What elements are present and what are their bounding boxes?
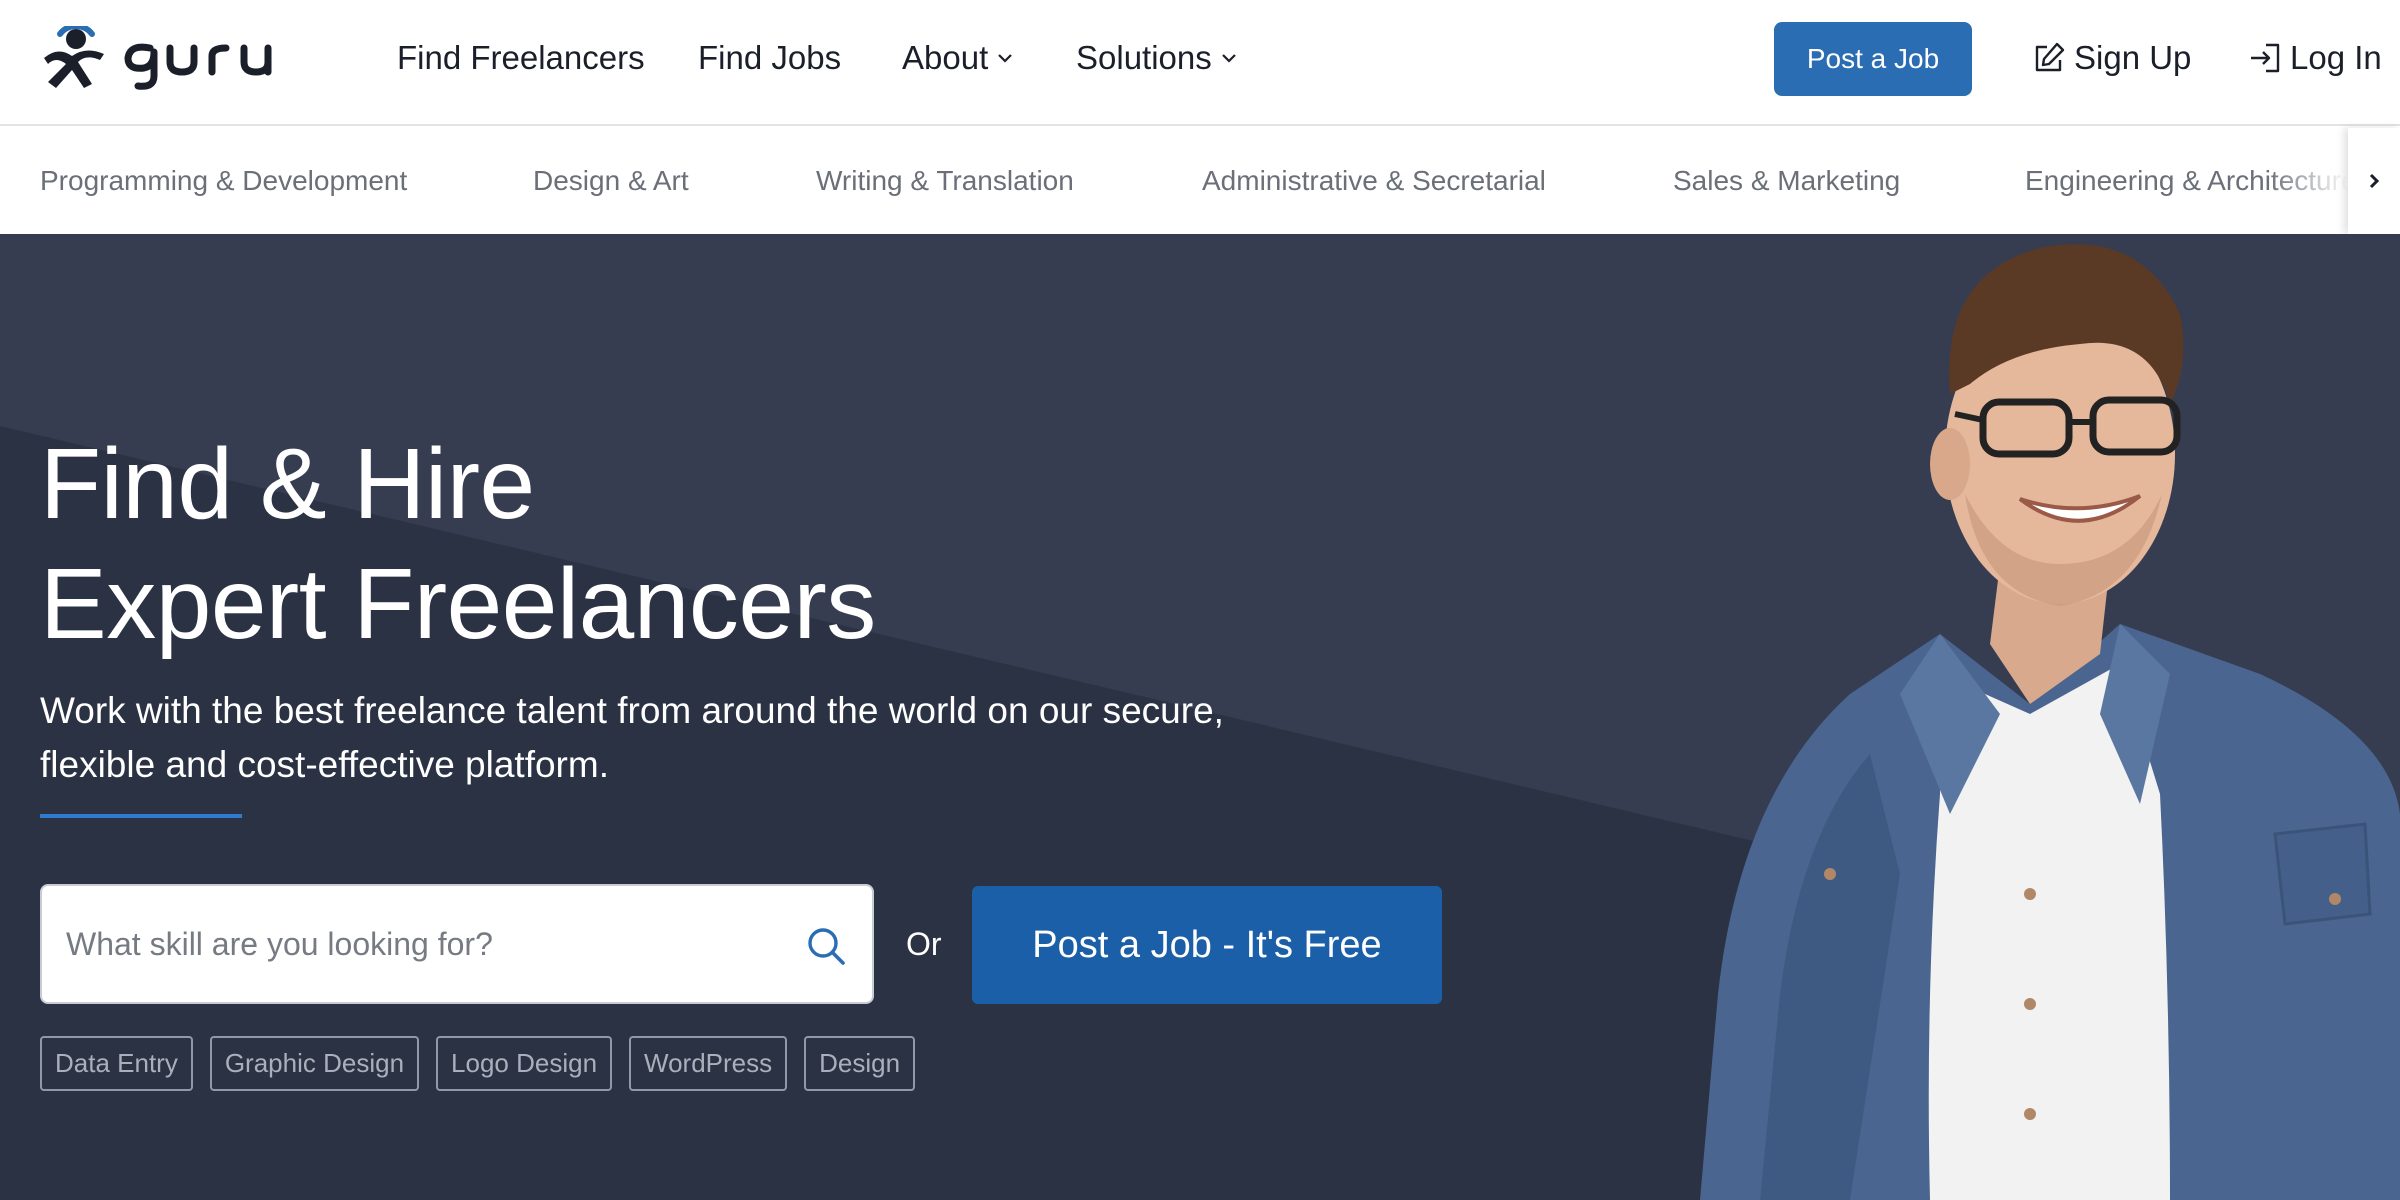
popular-skill-tags: Data Entry Graphic Design Logo Design Wo… [40, 1036, 916, 1091]
nav-solutions-dropdown[interactable]: Solutions [1076, 36, 1238, 80]
category-writing-translation[interactable]: Writing & Translation [816, 128, 1074, 234]
chevron-right-icon [2369, 173, 2380, 189]
nav-find-freelancers[interactable]: Find Freelancers [397, 36, 645, 80]
nav-solutions-label: Solutions [1076, 39, 1212, 76]
sign-up-label: Sign Up [2074, 39, 2192, 76]
top-navigation: Find Freelancers Find Jobs About Solutio… [0, 0, 2400, 126]
skill-tag-logo-design[interactable]: Logo Design [436, 1036, 613, 1091]
guru-logo[interactable] [40, 26, 302, 90]
category-scroll-right-button[interactable] [2348, 128, 2400, 234]
nav-about-label: About [902, 39, 989, 76]
post-job-free-button[interactable]: Post a Job - It's Free [972, 886, 1442, 1004]
skill-tag-graphic-design[interactable]: Graphic Design [209, 1036, 420, 1091]
category-sales-marketing[interactable]: Sales & Marketing [1673, 128, 1900, 234]
hero-subtitle: Work with the best freelance talent from… [40, 690, 1224, 785]
post-a-job-button[interactable]: Post a Job [1774, 22, 1972, 96]
chevron-down-icon [1221, 54, 1236, 63]
skill-tag-wordpress[interactable]: WordPress [629, 1036, 788, 1091]
or-label: Or [906, 926, 942, 962]
hero-title: Find & Hire Expert Freelancers [40, 424, 876, 664]
search-icon[interactable] [806, 926, 846, 966]
log-in-label: Log In [2290, 39, 2382, 76]
hero-person-image [1700, 244, 2400, 1200]
sign-up-link[interactable]: Sign Up [2032, 36, 2191, 80]
hero-title-line-2: Expert Freelancers [40, 548, 876, 660]
hero-title-line-1: Find & Hire [40, 428, 535, 540]
hero-section: Find & Hire Expert Freelancers Work with… [0, 234, 2400, 1200]
chevron-down-icon [998, 54, 1013, 63]
category-design-art[interactable]: Design & Art [533, 128, 689, 234]
skill-tag-design[interactable]: Design [804, 1036, 916, 1091]
category-fade [2268, 128, 2348, 234]
hero-divider [40, 814, 242, 818]
nav-find-jobs[interactable]: Find Jobs [698, 36, 841, 80]
login-icon [2251, 43, 2280, 73]
guru-logo-mark [44, 26, 272, 90]
skill-tag-data-entry[interactable]: Data Entry [40, 1036, 193, 1091]
edit-icon [2035, 42, 2065, 72]
skill-search-box[interactable] [40, 884, 874, 1004]
category-administrative-secretarial[interactable]: Administrative & Secretarial [1202, 128, 1546, 234]
nav-find-jobs-label: Find Jobs [698, 39, 842, 76]
nav-about-dropdown[interactable]: About [902, 36, 1014, 80]
nav-find-freelancers-label: Find Freelancers [397, 39, 645, 76]
skill-search-input[interactable] [66, 886, 786, 1002]
category-bar: Programming & Development Design & Art W… [0, 128, 2400, 234]
log-in-link[interactable]: Log In [2248, 36, 2382, 80]
category-programming-development[interactable]: Programming & Development [40, 128, 407, 234]
